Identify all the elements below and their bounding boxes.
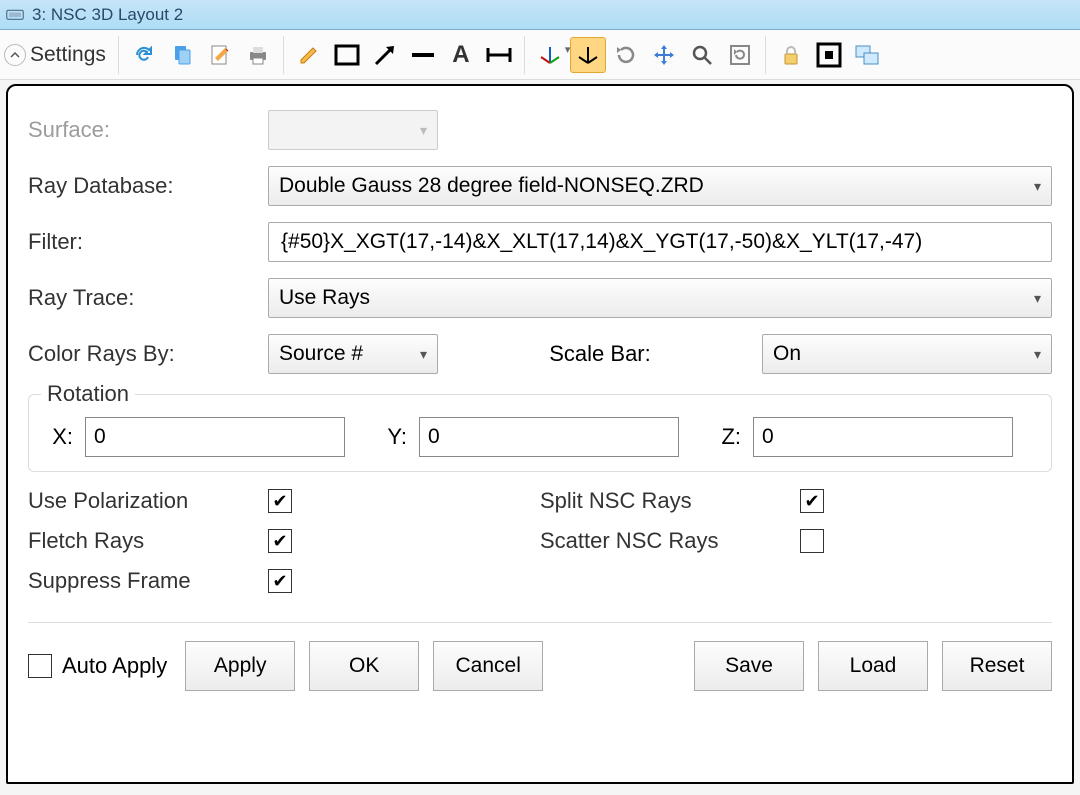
filter-label: Filter:: [28, 229, 268, 255]
toolbar-separator: [524, 36, 525, 74]
edit-document-icon[interactable]: [202, 37, 238, 73]
rotate-icon[interactable]: [608, 37, 644, 73]
apply-button[interactable]: Apply: [185, 641, 295, 691]
suppress-frame-checkbox[interactable]: [268, 569, 292, 593]
ray-trace-label: Ray Trace:: [28, 285, 268, 311]
ok-button[interactable]: OK: [309, 641, 419, 691]
toolbar: Settings A ▾: [0, 30, 1080, 80]
collapse-settings-icon[interactable]: [4, 44, 26, 66]
move-arrows-icon[interactable]: [646, 37, 682, 73]
scale-bar-select[interactable]: On ▾: [762, 334, 1052, 374]
lock-icon[interactable]: [773, 37, 809, 73]
rot-z-label: Z:: [711, 424, 741, 450]
chevron-down-icon: ▾: [420, 346, 427, 363]
text-a-icon[interactable]: A: [443, 37, 479, 73]
zoom-icon[interactable]: [684, 37, 720, 73]
cancel-button[interactable]: Cancel: [433, 641, 543, 691]
chevron-down-icon: ▾: [1034, 346, 1041, 363]
reset-view-icon[interactable]: [722, 37, 758, 73]
filter-input[interactable]: [268, 222, 1052, 262]
ray-trace-select[interactable]: Use Rays ▾: [268, 278, 1052, 318]
settings-label[interactable]: Settings: [30, 43, 112, 67]
print-icon[interactable]: [240, 37, 276, 73]
suppress-frame-label: Suppress Frame: [28, 568, 268, 594]
scatter-nsc-checkbox[interactable]: [800, 529, 824, 553]
axes-3d-color-icon[interactable]: [532, 37, 568, 73]
fletch-rays-checkbox[interactable]: [268, 529, 292, 553]
fit-screen-icon[interactable]: [811, 37, 847, 73]
divider: [28, 622, 1052, 623]
load-button[interactable]: Load: [818, 641, 928, 691]
auto-apply-checkbox[interactable]: [28, 654, 52, 678]
line-icon[interactable]: [405, 37, 441, 73]
axes-3d-icon[interactable]: [570, 37, 606, 73]
settings-panel: Surface: ▾ Ray Database: Double Gauss 28…: [6, 84, 1074, 784]
use-polarization-label: Use Polarization: [28, 488, 268, 514]
rot-x-input[interactable]: [85, 417, 345, 457]
toolbar-separator: [118, 36, 119, 74]
copy-icon[interactable]: [164, 37, 200, 73]
button-row: Auto Apply Apply OK Cancel Save Load Res…: [28, 641, 1052, 691]
dimension-icon[interactable]: [481, 37, 517, 73]
toolbar-separator: [283, 36, 284, 74]
ray-database-select[interactable]: Double Gauss 28 degree field-NONSEQ.ZRD …: [268, 166, 1052, 206]
ray-database-label: Ray Database:: [28, 173, 268, 199]
window-title: 3: NSC 3D Layout 2: [32, 5, 183, 25]
window-icon: [6, 8, 24, 22]
auto-apply-label: Auto Apply: [62, 653, 167, 679]
rot-x-label: X:: [43, 424, 73, 450]
rot-z-input[interactable]: [753, 417, 1013, 457]
rot-y-label: Y:: [377, 424, 407, 450]
surface-label: Surface:: [28, 117, 268, 143]
arrow-icon[interactable]: [367, 37, 403, 73]
chevron-down-icon: ▾: [1034, 178, 1041, 195]
color-rays-by-label: Color Rays By:: [28, 341, 268, 367]
rotation-legend: Rotation: [41, 381, 135, 407]
chevron-down-icon: ▾: [420, 122, 427, 139]
use-polarization-checkbox[interactable]: [268, 489, 292, 513]
rotation-fieldset: Rotation X: Y: Z:: [28, 394, 1052, 472]
toolbar-separator: [765, 36, 766, 74]
save-button[interactable]: Save: [694, 641, 804, 691]
color-rays-by-select[interactable]: Source # ▾: [268, 334, 438, 374]
rectangle-icon[interactable]: [329, 37, 365, 73]
scale-bar-label: Scale Bar:: [438, 341, 762, 367]
surface-select: ▾: [268, 110, 438, 150]
fletch-rays-label: Fletch Rays: [28, 528, 268, 554]
reset-button[interactable]: Reset: [942, 641, 1052, 691]
split-nsc-checkbox[interactable]: [800, 489, 824, 513]
rot-y-input[interactable]: [419, 417, 679, 457]
refresh-icon[interactable]: [126, 37, 162, 73]
chevron-down-icon: ▾: [1034, 290, 1041, 307]
scatter-nsc-label: Scatter NSC Rays: [540, 528, 800, 554]
pencil-icon[interactable]: [291, 37, 327, 73]
window-titlebar: 3: NSC 3D Layout 2: [0, 0, 1080, 30]
windows-icon[interactable]: [849, 37, 885, 73]
split-nsc-label: Split NSC Rays: [540, 488, 800, 514]
